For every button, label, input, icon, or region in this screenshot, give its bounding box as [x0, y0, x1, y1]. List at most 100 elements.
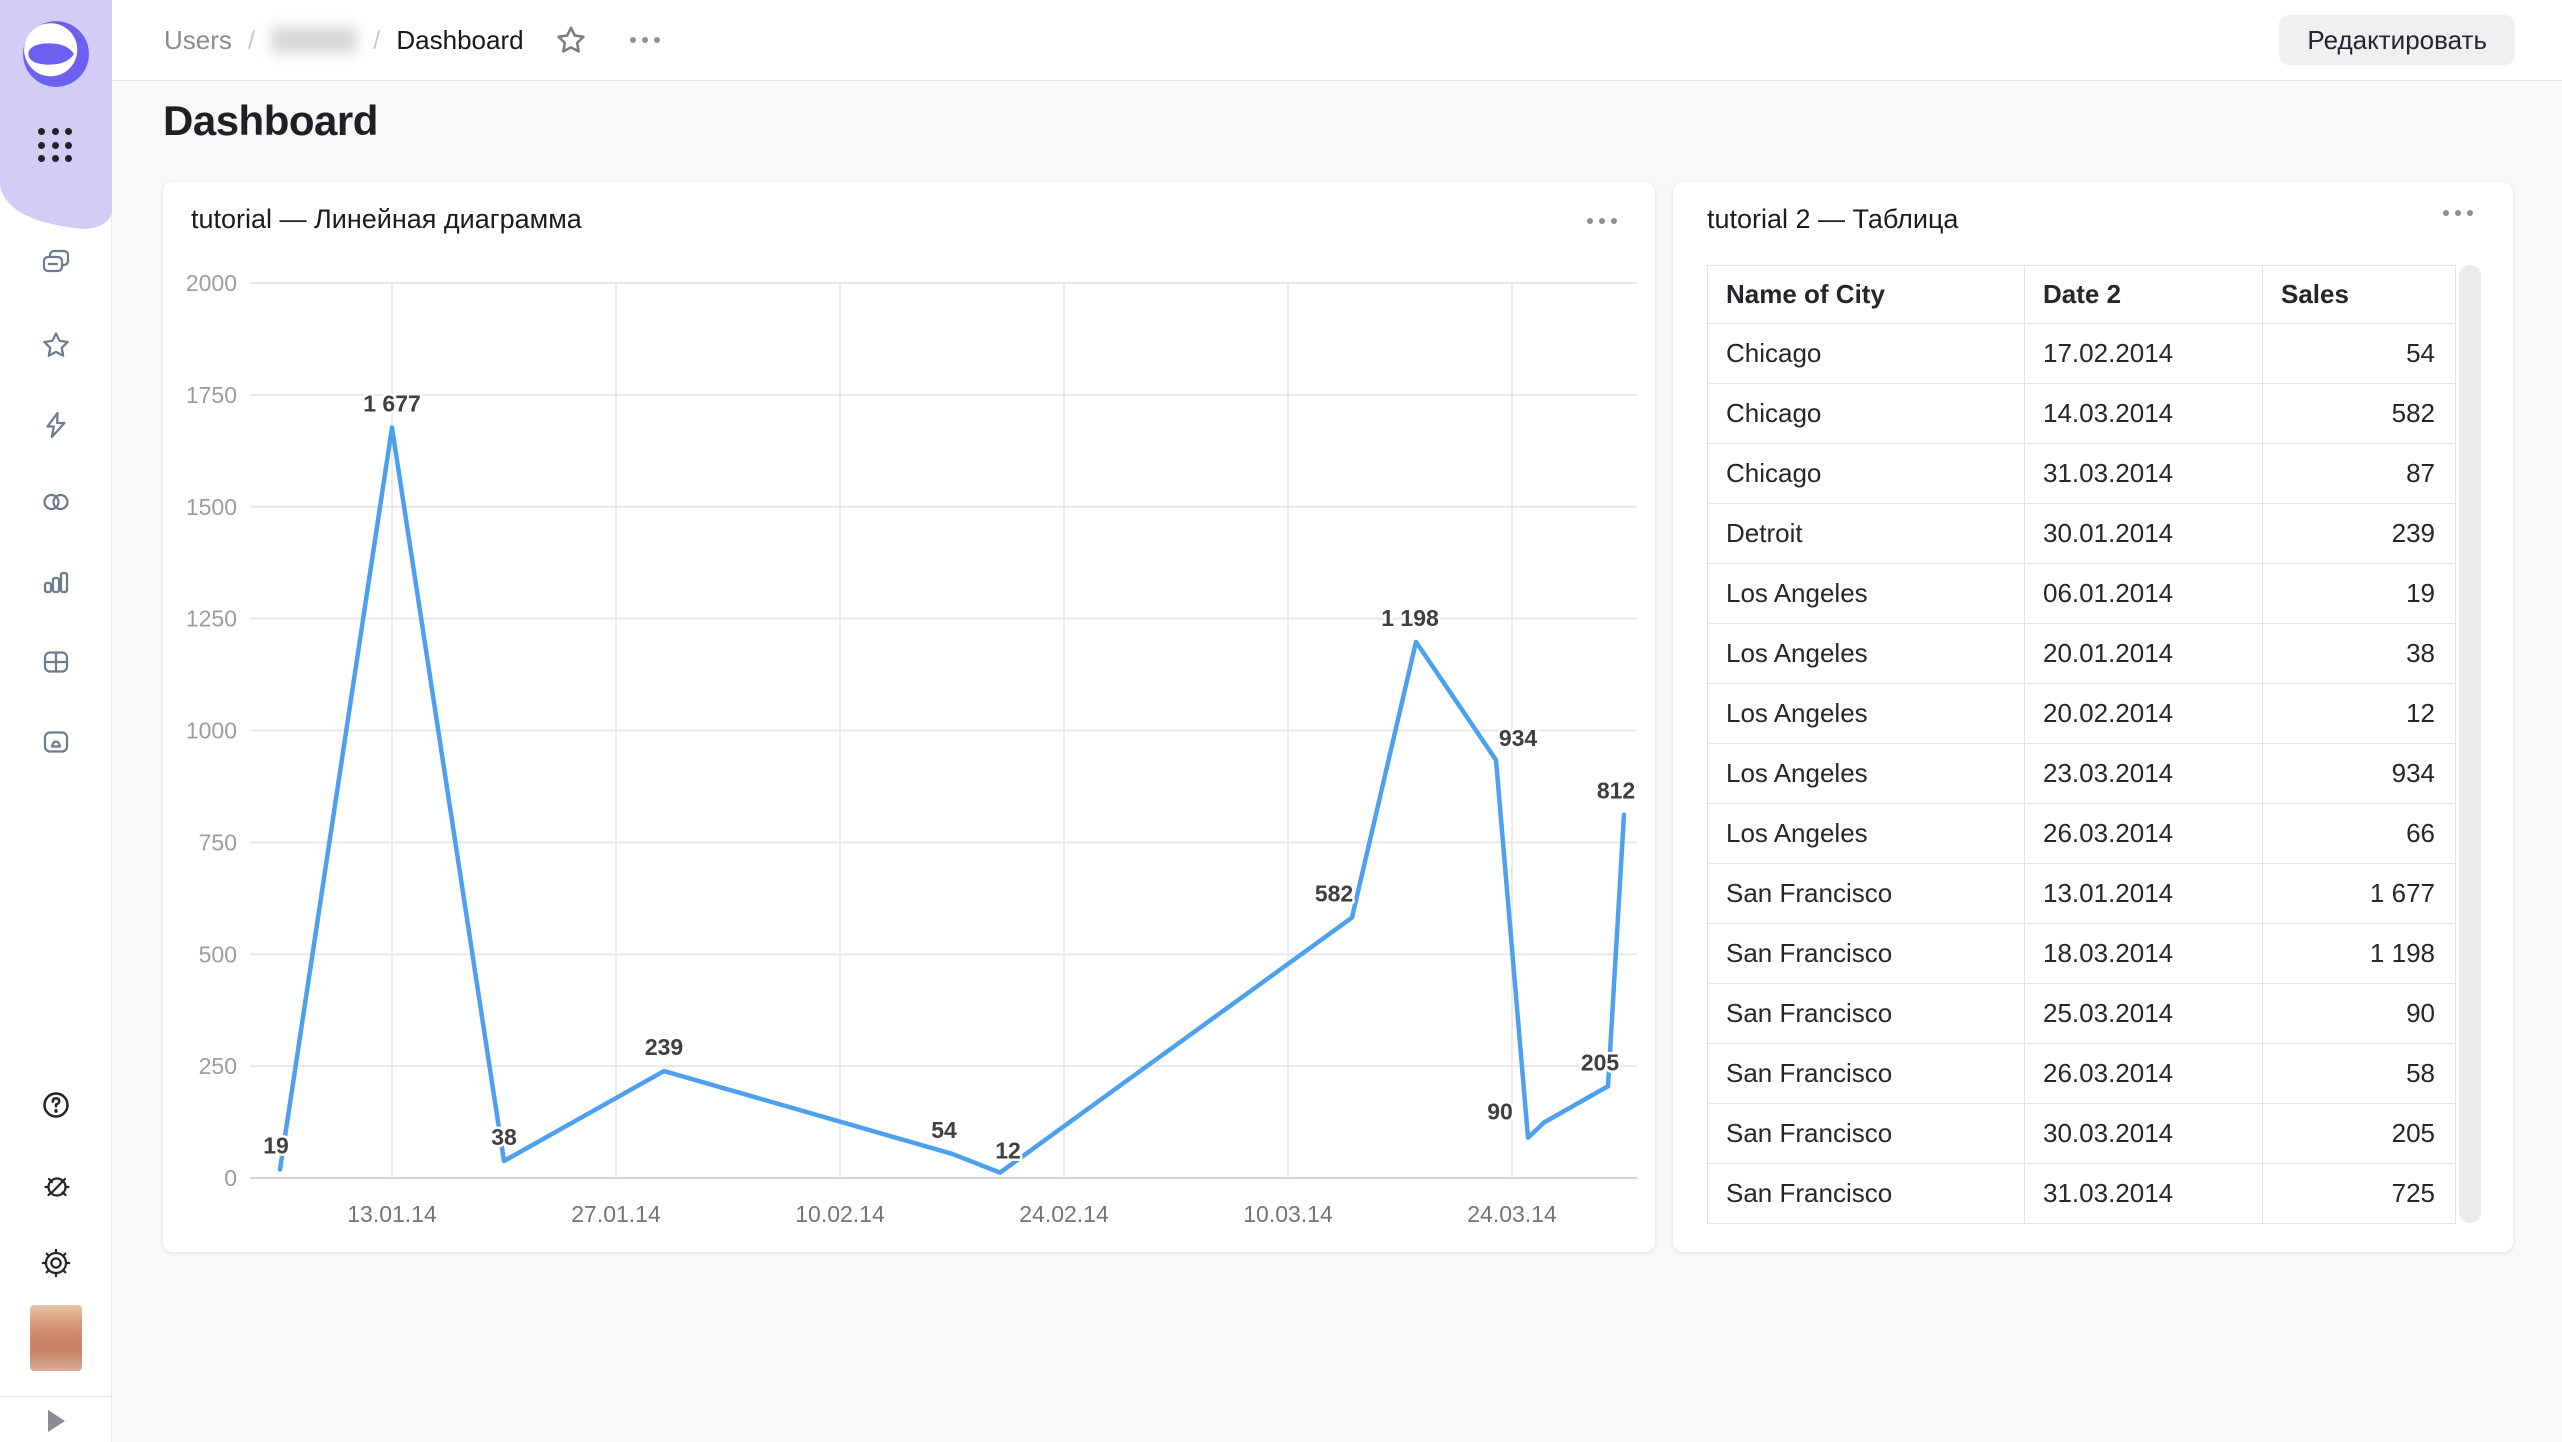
table-cell: 20.01.2014 — [2025, 624, 2263, 684]
svg-text:1 677: 1 677 — [363, 391, 421, 417]
table-cell: San Francisco — [1708, 984, 2025, 1044]
svg-text:0: 0 — [224, 1165, 237, 1191]
user-avatar[interactable] — [30, 1305, 82, 1371]
connections-icon[interactable] — [40, 486, 72, 518]
table-cell: 205 — [2263, 1104, 2456, 1164]
sidebar — [0, 0, 112, 1442]
favorite-star-icon[interactable] — [554, 23, 588, 57]
column-header: Name of City — [1708, 266, 2025, 324]
apps-grid-icon[interactable] — [38, 128, 74, 164]
table-row: San Francisco30.03.2014205 — [1708, 1104, 2456, 1164]
sidebar-divider — [0, 1396, 112, 1397]
table-row: Chicago31.03.201487 — [1708, 444, 2456, 504]
table-cell: 31.03.2014 — [2025, 1164, 2263, 1224]
svg-text:500: 500 — [199, 941, 237, 967]
workbooks-icon[interactable] — [40, 246, 72, 278]
table-row: Chicago14.03.2014582 — [1708, 384, 2456, 444]
svg-text:10.02.14: 10.02.14 — [795, 1201, 885, 1227]
svg-text:19: 19 — [263, 1132, 289, 1158]
line-chart-widget: tutorial — Линейная диаграмма 0250500750… — [163, 182, 1655, 1252]
svg-text:1500: 1500 — [186, 494, 237, 520]
table-cell: 18.03.2014 — [2025, 924, 2263, 984]
table-cell: Los Angeles — [1708, 804, 2025, 864]
top-header: Users / / Dashboard Редактировать — [112, 0, 2562, 81]
breadcrumb-current: Dashboard — [396, 25, 523, 56]
svg-text:13.01.14: 13.01.14 — [347, 1201, 437, 1227]
svg-text:250: 250 — [199, 1053, 237, 1079]
page-title: Dashboard — [163, 97, 378, 145]
svg-text:54: 54 — [931, 1117, 957, 1143]
table-row: Los Angeles20.02.201412 — [1708, 684, 2456, 744]
table-cell: Los Angeles — [1708, 684, 2025, 744]
svg-text:90: 90 — [1487, 1099, 1513, 1125]
favorites-star-icon[interactable] — [40, 329, 72, 361]
table-cell: 26.03.2014 — [2025, 804, 2263, 864]
breadcrumb-users-link[interactable]: Users — [164, 25, 232, 56]
table-menu-icon[interactable] — [2443, 210, 2473, 216]
datalens-logo-icon[interactable] — [22, 20, 90, 88]
table-cell: 19 — [2263, 564, 2456, 624]
svg-text:24.03.14: 24.03.14 — [1467, 1201, 1557, 1227]
table-cell: 12 — [2263, 684, 2456, 744]
svg-text:1250: 1250 — [186, 606, 237, 632]
table-widget: tutorial 2 — Таблица Name of City Date 2… — [1673, 182, 2513, 1252]
svg-text:812: 812 — [1597, 778, 1635, 804]
table-cell: 30.01.2014 — [2025, 504, 2263, 564]
expand-sidebar-button[interactable] — [48, 1410, 65, 1432]
settings-gear-icon[interactable] — [40, 1247, 72, 1279]
table-cell: San Francisco — [1708, 1164, 2025, 1224]
table-cell: 66 — [2263, 804, 2456, 864]
table-cell: 25.03.2014 — [2025, 984, 2263, 1044]
table-row: San Francisco31.03.2014725 — [1708, 1164, 2456, 1224]
bug-report-icon[interactable] — [40, 1169, 72, 1201]
svg-text:24.02.14: 24.02.14 — [1019, 1201, 1109, 1227]
svg-text:582: 582 — [1315, 881, 1353, 907]
table-cell: 934 — [2263, 744, 2456, 804]
svg-text:38: 38 — [491, 1124, 517, 1150]
table-cell: 90 — [2263, 984, 2456, 1044]
storage-icon[interactable] — [40, 726, 72, 758]
column-header: Sales — [2263, 266, 2456, 324]
table-cell: San Francisco — [1708, 1044, 2025, 1104]
svg-text:10.03.14: 10.03.14 — [1243, 1201, 1333, 1227]
table-cell: 38 — [2263, 624, 2456, 684]
svg-text:750: 750 — [199, 829, 237, 855]
table-cell: 725 — [2263, 1164, 2456, 1224]
svg-text:12: 12 — [995, 1138, 1021, 1164]
table-row: Los Angeles20.01.201438 — [1708, 624, 2456, 684]
svg-text:27.01.14: 27.01.14 — [571, 1201, 661, 1227]
table-cell: Los Angeles — [1708, 624, 2025, 684]
table-row: San Francisco26.03.201458 — [1708, 1044, 2456, 1104]
help-icon[interactable] — [40, 1089, 72, 1121]
table-cell: Los Angeles — [1708, 564, 2025, 624]
table-scrollbar[interactable] — [2459, 265, 2481, 1223]
table-cell: 14.03.2014 — [2025, 384, 2263, 444]
table-row: San Francisco13.01.20141 677 — [1708, 864, 2456, 924]
table-widget-title: tutorial 2 — Таблица — [1707, 204, 1958, 235]
column-header: Date 2 — [2025, 266, 2263, 324]
svg-text:934: 934 — [1499, 725, 1538, 751]
table-cell: San Francisco — [1708, 924, 2025, 984]
breadcrumb: Users / / Dashboard — [164, 23, 660, 57]
table-cell: 17.02.2014 — [2025, 324, 2263, 384]
table-cell: 13.01.2014 — [2025, 864, 2263, 924]
breadcrumb-more-icon[interactable] — [630, 37, 660, 43]
svg-text:1000: 1000 — [186, 718, 237, 744]
svg-text:239: 239 — [645, 1034, 683, 1060]
table-cell: 1 198 — [2263, 924, 2456, 984]
data-table: Name of City Date 2 Sales Chicago17.02.2… — [1707, 265, 2456, 1224]
editor-lightning-icon[interactable] — [40, 409, 72, 441]
edit-button[interactable]: Редактировать — [2279, 15, 2515, 65]
table-cell: 58 — [2263, 1044, 2456, 1104]
dashboards-icon[interactable] — [40, 646, 72, 678]
table-row: Los Angeles26.03.201466 — [1708, 804, 2456, 864]
line-chart-svg: 02505007501000125015001750200013.01.1427… — [163, 182, 1655, 1252]
charts-icon[interactable] — [40, 566, 72, 598]
breadcrumb-redacted-item[interactable] — [271, 26, 357, 54]
table-cell: 20.02.2014 — [2025, 684, 2263, 744]
table-row: San Francisco25.03.201490 — [1708, 984, 2456, 1044]
breadcrumb-separator: / — [373, 25, 380, 56]
table-cell: San Francisco — [1708, 864, 2025, 924]
table-row: Chicago17.02.201454 — [1708, 324, 2456, 384]
svg-text:1 198: 1 198 — [1381, 605, 1439, 631]
